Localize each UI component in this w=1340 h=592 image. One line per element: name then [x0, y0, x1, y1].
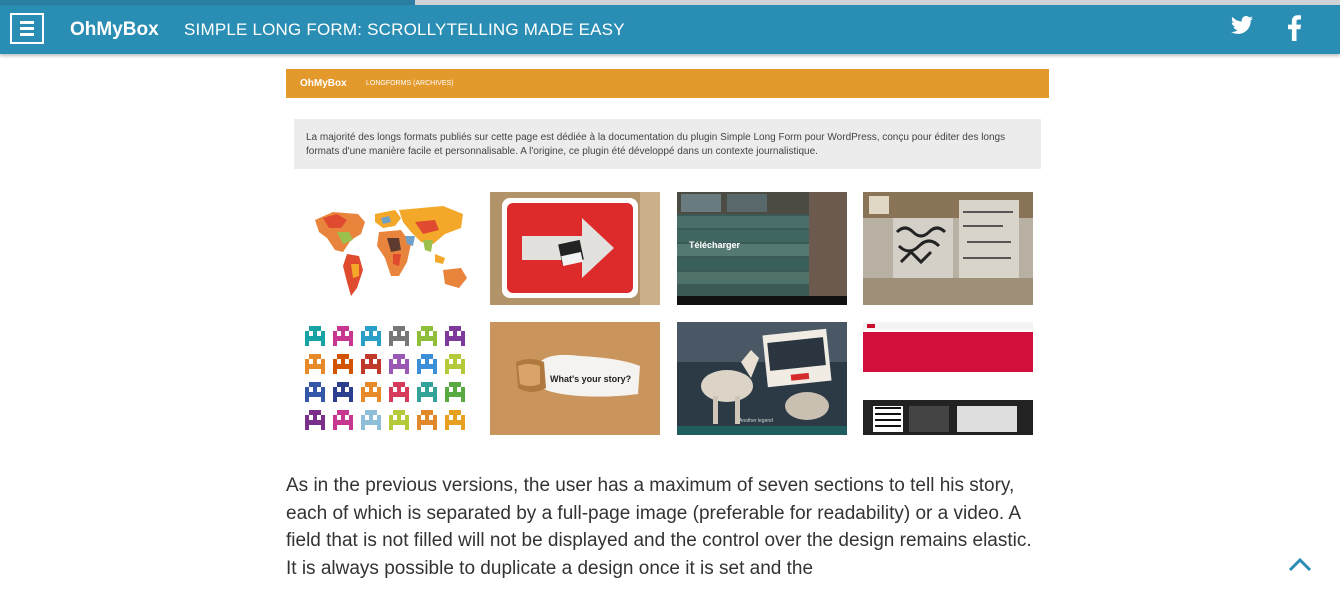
hamburger-icon — [20, 21, 34, 24]
article-paragraph: As in the previous versions, the user ha… — [286, 475, 1032, 579]
embedded-nav-label: LONGFORMS (ARCHIVES) — [366, 80, 454, 87]
chevron-up-icon[interactable] — [1288, 556, 1312, 572]
thumbnail-pixel-invaders — [303, 322, 473, 435]
top-navigation-bar: OhMyBox SIMPLE LONG FORM: SCROLLYTELLING… — [0, 5, 1340, 54]
torn-paper-caption: What's your story? — [550, 374, 631, 384]
thumbnail-carousel-horses: Another legend — [677, 322, 847, 435]
thumbnail-graffiti-wall — [863, 192, 1033, 305]
embedded-header-bar: OhMyBox LONGFORMS (ARCHIVES) — [286, 69, 1049, 98]
carousel-caption: Another legend — [739, 418, 773, 424]
menu-button[interactable] — [10, 13, 44, 44]
wooden-wall-caption: Télécharger — [689, 240, 741, 250]
thumbnail-wooden-wall: Télécharger — [677, 192, 847, 305]
thumbnail-arrow-sign — [490, 192, 660, 305]
thumbnail-world-map — [303, 192, 473, 305]
embedded-intro-text: La majorité des longs formats publiés su… — [294, 119, 1041, 169]
embedded-site-screenshot: OhMyBox LONGFORMS (ARCHIVES) La majorité… — [286, 69, 1049, 439]
twitter-icon[interactable] — [1230, 15, 1254, 37]
page-title: SIMPLE LONG FORM: SCROLLYTELLING MADE EA… — [184, 20, 625, 39]
embedded-brand: OhMyBox — [300, 78, 347, 89]
thumbnail-torn-paper: What's your story? — [490, 322, 660, 435]
facebook-icon[interactable] — [1284, 15, 1304, 41]
site-brand[interactable]: OhMyBox — [70, 19, 159, 41]
thumbnail-plugin-page — [863, 322, 1033, 435]
